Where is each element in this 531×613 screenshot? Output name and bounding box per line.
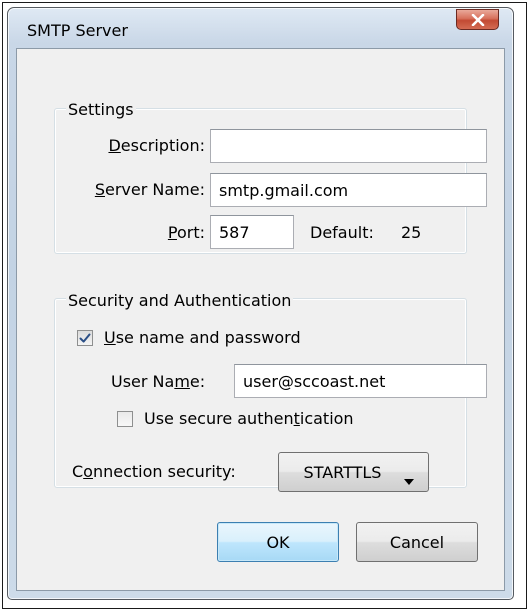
connection-security-dropdown[interactable]: STARTTLS — [278, 452, 429, 492]
checkmark-icon — [79, 329, 91, 348]
dialog-title: SMTP Server — [27, 21, 128, 40]
default-port-value: 25 — [401, 223, 422, 242]
settings-group-label: Settings — [66, 100, 136, 119]
port-field[interactable] — [210, 215, 294, 249]
description-label: Description: — [108, 136, 205, 155]
secure-authentication-checkbox[interactable] — [117, 411, 133, 427]
use-name-password-checkbox[interactable] — [77, 330, 93, 346]
close-icon — [471, 13, 485, 26]
security-group-label: Security and Authentication — [66, 291, 294, 310]
smtp-server-dialog: SMTP Server Settings Description: Server… — [7, 7, 514, 600]
ok-button[interactable]: OK — [217, 522, 339, 562]
default-port-label: Default: — [310, 223, 374, 242]
title-bar[interactable]: SMTP Server — [8, 8, 513, 48]
port-label: Port: — [167, 223, 205, 242]
server-name-field[interactable] — [210, 173, 487, 207]
user-name-field[interactable] — [234, 364, 487, 398]
user-name-label: User Name: — [111, 372, 206, 391]
close-button[interactable] — [456, 9, 499, 30]
cancel-button[interactable]: Cancel — [356, 522, 478, 562]
dialog-client-area: Settings Description: Server Name: Port:… — [16, 48, 505, 591]
description-field[interactable] — [210, 129, 487, 163]
connection-security-value: STARTTLS — [303, 462, 382, 482]
chevron-down-icon — [404, 470, 414, 489]
ok-button-label: OK — [266, 532, 290, 552]
cancel-button-label: Cancel — [389, 532, 445, 552]
use-name-password-label[interactable]: Use name and password — [104, 328, 301, 348]
secure-authentication-label[interactable]: Use secure authentication — [144, 409, 354, 429]
server-name-label: Server Name: — [94, 180, 205, 199]
connection-security-label: Connection security: — [72, 462, 236, 481]
